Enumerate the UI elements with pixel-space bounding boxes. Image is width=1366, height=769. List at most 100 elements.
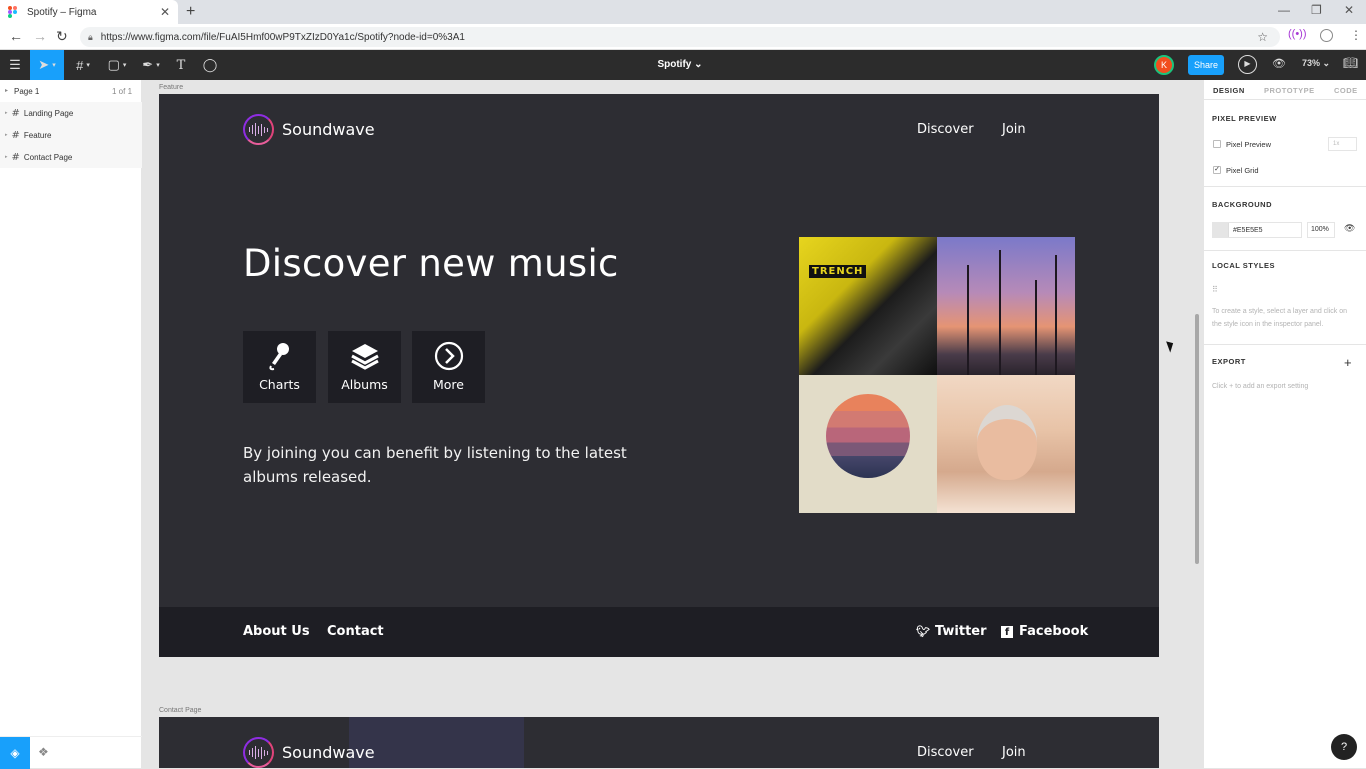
export-heading: EXPORT: [1212, 357, 1246, 366]
reload-icon[interactable]: ↻: [56, 28, 68, 45]
address-bar-row: ← → ↻ 🔒︎ https://www.figma.com/file/FuAI…: [0, 24, 1366, 50]
microphone-icon: [266, 341, 294, 371]
nav-link-discover[interactable]: Discover: [917, 745, 974, 760]
contact-frame[interactable]: Soundwave Discover Join: [159, 717, 1159, 768]
browser-tab[interactable]: Spotify – Figma ✕: [0, 0, 178, 24]
move-tool-icon[interactable]: ➤ ▾: [30, 50, 64, 80]
tab-close-icon[interactable]: ✕: [160, 5, 170, 19]
contact-bg-panel: [349, 717, 524, 768]
present-play-icon[interactable]: ▶: [1238, 55, 1257, 74]
browser-tab-bar: Spotify – Figma ✕ + — ❐ ✕: [0, 0, 1366, 24]
albums-card[interactable]: Albums: [328, 331, 401, 403]
page-name: Page 1: [14, 87, 40, 96]
frame-label-feature[interactable]: Feature: [159, 84, 183, 91]
frame-label-contact[interactable]: Contact Page: [159, 707, 201, 714]
page-selector[interactable]: ▸ Page 1 1 of 1: [0, 80, 142, 102]
frame-icon: #: [11, 151, 20, 163]
pixel-preview-checkbox[interactable]: [1213, 140, 1221, 148]
window-close-icon[interactable]: ✕: [1344, 3, 1354, 17]
layer-item-feature[interactable]: ▸ # Feature: [0, 124, 142, 146]
brand-logo: Soundwave: [243, 114, 375, 145]
soundwave-logo-icon: [243, 737, 274, 768]
minimize-icon[interactable]: —: [1278, 3, 1290, 17]
facebook-link[interactable]: f Facebook: [1001, 624, 1088, 639]
main-menu-icon[interactable]: ☰: [0, 50, 30, 80]
album-title-text: TRENCH: [809, 265, 867, 278]
facebook-label: Facebook: [1019, 624, 1089, 639]
rectangle-tool-icon[interactable]: ▢ ▾: [100, 50, 134, 80]
twitter-link[interactable]: 🐦︎ Twitter: [916, 624, 987, 639]
feature-frame[interactable]: Soundwave Discover Join Discover new mus…: [159, 94, 1159, 657]
layer-item-contact-page[interactable]: ▸ # Contact Page: [0, 146, 142, 168]
zoom-dropdown[interactable]: 73% ⌄: [1302, 58, 1330, 69]
restore-icon[interactable]: ❐: [1311, 3, 1322, 17]
nav-link-discover[interactable]: Discover: [917, 122, 974, 137]
forward-icon[interactable]: →: [33, 28, 47, 44]
text-tool-icon[interactable]: T: [168, 50, 194, 80]
tab-prototype[interactable]: PROTOTYPE: [1264, 86, 1315, 95]
layer-item-landing-page[interactable]: ▸ # Landing Page: [0, 102, 142, 124]
background-hex: #E5E5E5: [1233, 226, 1263, 234]
sunset-circle: [826, 394, 910, 478]
twitter-label: Twitter: [934, 624, 987, 639]
pixel-preview-select[interactable]: 1x: [1328, 137, 1357, 151]
card-label: Charts: [259, 377, 300, 392]
background-opacity-field[interactable]: 100%: [1307, 222, 1335, 238]
album-cover-portrait: [937, 375, 1075, 513]
nav-link-join[interactable]: Join: [1002, 745, 1026, 760]
footer-link-contact[interactable]: Contact: [327, 624, 384, 639]
new-tab-button[interactable]: +: [186, 3, 195, 21]
tab-code[interactable]: CODE: [1334, 86, 1358, 95]
avatar[interactable]: K: [1154, 55, 1174, 75]
figma-logo-icon: [8, 5, 17, 19]
help-button[interactable]: ?: [1331, 734, 1357, 760]
twitter-icon: 🐦︎: [916, 625, 930, 638]
color-swatch[interactable]: [1213, 223, 1229, 237]
browser-menu-icon[interactable]: ⋮: [1350, 28, 1362, 42]
visibility-eye-icon[interactable]: 👁︎: [1344, 223, 1355, 234]
more-card[interactable]: More: [412, 331, 485, 403]
pen-tool-icon[interactable]: ✒ ▾: [134, 50, 168, 80]
local-styles-heading: LOCAL STYLES: [1212, 261, 1275, 270]
styles-grid-icon: ⠿: [1212, 285, 1218, 294]
tab-design[interactable]: DESIGN: [1213, 86, 1245, 95]
frame-tool-icon[interactable]: # ▾: [66, 50, 100, 80]
album-cover-palms: [937, 237, 1075, 375]
card-label: Albums: [341, 377, 388, 392]
pixel-grid-checkbox[interactable]: ✓: [1213, 166, 1221, 174]
expand-arrow-icon[interactable]: ▸: [5, 110, 8, 116]
charts-card[interactable]: Charts: [243, 331, 316, 403]
canvas-scrollbar[interactable]: [1195, 314, 1199, 564]
view-eye-icon[interactable]: 👁︎: [1272, 57, 1286, 70]
profile-icon[interactable]: [1320, 29, 1333, 42]
expand-arrow-icon[interactable]: ▸: [5, 154, 8, 160]
file-title[interactable]: Spotify ⌄: [640, 50, 720, 80]
brand-name: Soundwave: [282, 120, 375, 139]
comment-tool-icon[interactable]: ◯: [196, 50, 224, 80]
background-color-field[interactable]: #E5E5E5: [1212, 222, 1302, 238]
share-button[interactable]: Share: [1188, 55, 1224, 75]
layer-label: Landing Page: [23, 108, 74, 118]
footer-link-about[interactable]: About Us: [243, 624, 310, 639]
library-book-icon[interactable]: 📖︎: [1343, 56, 1358, 70]
bookmark-star-icon[interactable]: ☆: [1257, 30, 1268, 44]
card-label: More: [433, 377, 464, 392]
add-export-icon[interactable]: +: [1344, 355, 1352, 370]
layers-panel: ▸ Page 1 1 of 1 ▸ # Landing Page ▸ # Fea…: [0, 80, 142, 769]
lock-icon: 🔒︎: [88, 31, 93, 42]
expand-arrow-icon[interactable]: ▸: [5, 132, 8, 138]
url-text: https://www.figma.com/file/FuAI5Hmf00wP9…: [100, 31, 465, 43]
divider: [1204, 250, 1366, 251]
nav-link-join[interactable]: Join: [1002, 122, 1026, 137]
brand-logo: Soundwave: [243, 737, 375, 768]
background-heading: BACKGROUND: [1212, 200, 1272, 209]
extension-icon[interactable]: ((•)): [1288, 28, 1307, 40]
url-field[interactable]: 🔒︎ https://www.figma.com/file/FuAI5Hmf00…: [80, 27, 1280, 47]
pixel-preview-heading: PIXEL PREVIEW: [1212, 114, 1277, 123]
components-tab-icon[interactable]: ❖: [38, 745, 49, 759]
canvas[interactable]: Feature Soundwave Discover Join Discover…: [143, 80, 1203, 768]
back-icon[interactable]: ←: [9, 28, 23, 44]
hero-headline: Discover new music: [243, 242, 619, 285]
frame-icon: #: [11, 129, 20, 141]
layers-tab-icon[interactable]: ◈: [0, 737, 30, 769]
